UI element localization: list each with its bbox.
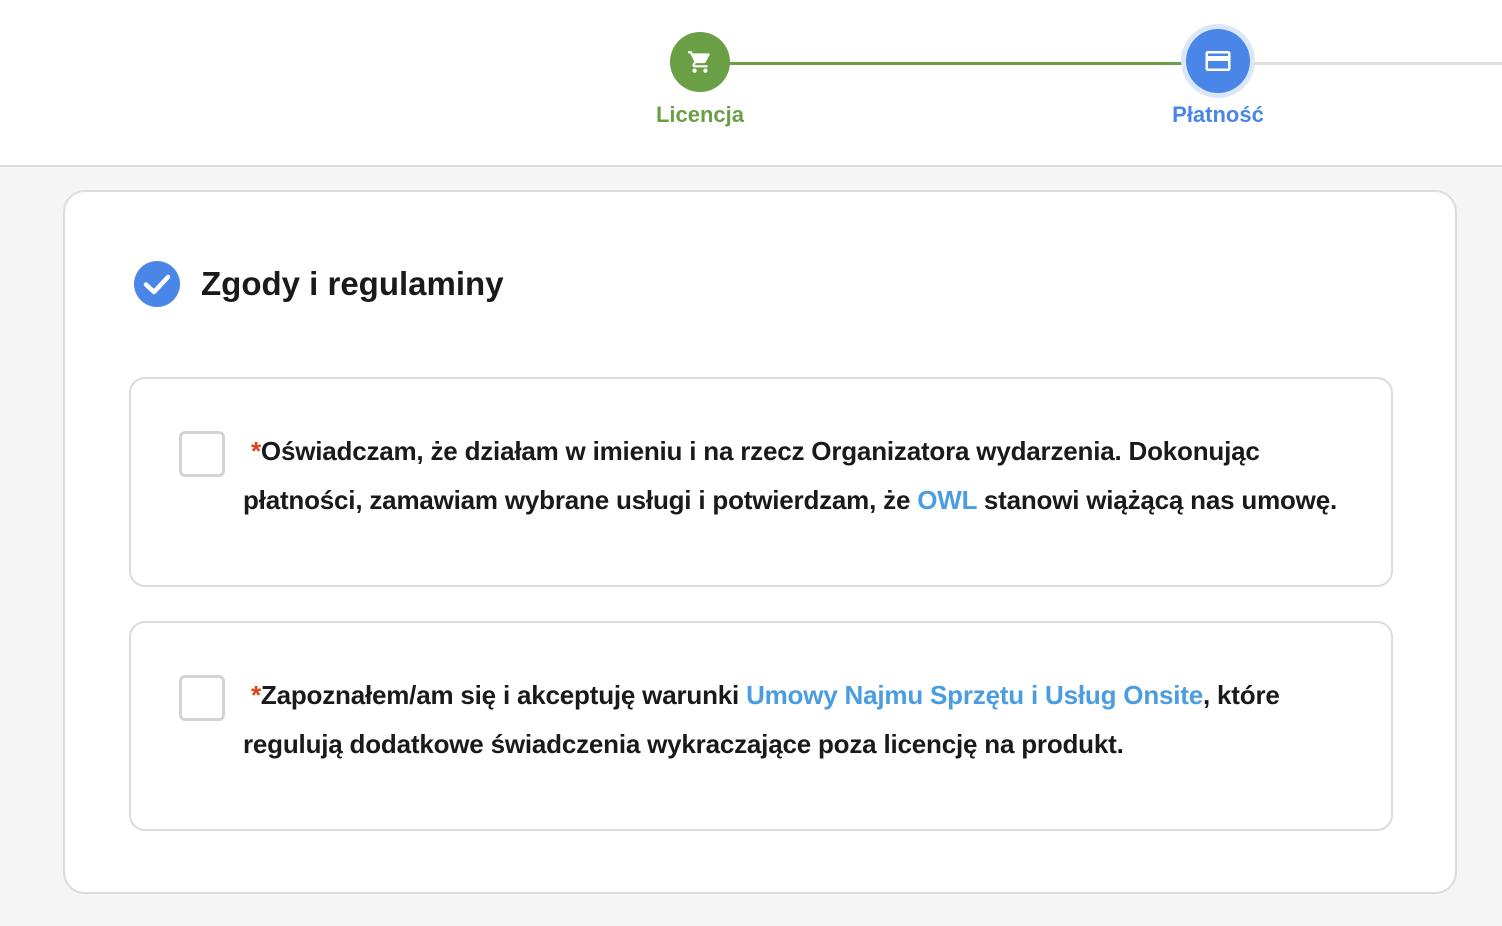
required-mark: * bbox=[251, 436, 261, 466]
step-platnosc-inner bbox=[1186, 29, 1250, 93]
consent-checkbox-owl[interactable] bbox=[179, 431, 225, 477]
consent-text-part: stanowi wiążącą nas umowę. bbox=[976, 485, 1337, 515]
consent-text-rental: *Zapoznałem/am się i akceptuję warunki U… bbox=[243, 671, 1363, 769]
step-label-platnosc: Płatność bbox=[1172, 102, 1264, 127]
credit-card-icon bbox=[1205, 51, 1231, 71]
step-platnosc[interactable] bbox=[1181, 24, 1255, 98]
step-label-licencja: Licencja bbox=[655, 102, 745, 127]
rental-agreement-link[interactable]: Umowy Najmu Sprzętu i Usług Onsite bbox=[746, 680, 1203, 710]
cart-icon bbox=[688, 51, 710, 73]
check-circle-icon bbox=[134, 261, 180, 307]
section-title: Zgody i regulaminy bbox=[201, 265, 504, 302]
consent-item-owl: *Oświadczam, że działam w imieniu i na r… bbox=[129, 377, 1393, 587]
consent-checkbox-rental[interactable] bbox=[179, 675, 225, 721]
stepper-progress-line bbox=[700, 62, 1218, 65]
required-mark: * bbox=[251, 680, 261, 710]
step-licencja[interactable] bbox=[670, 32, 730, 92]
stepper-remaining-line bbox=[1218, 62, 1502, 65]
consent-item-rental: *Zapoznałem/am się i akceptuję warunki U… bbox=[129, 621, 1393, 831]
consent-text-part: Zapoznałem/am się i akceptuję warunki bbox=[260, 680, 747, 710]
checkout-stepper-header: Licencja Płatność bbox=[0, 0, 1502, 167]
consent-text-owl: *Oświadczam, że działam w imieniu i na r… bbox=[243, 427, 1363, 525]
owl-link[interactable]: OWL bbox=[917, 485, 977, 515]
consents-card: Zgody i regulaminy *Oświadczam, że dział… bbox=[63, 190, 1457, 894]
